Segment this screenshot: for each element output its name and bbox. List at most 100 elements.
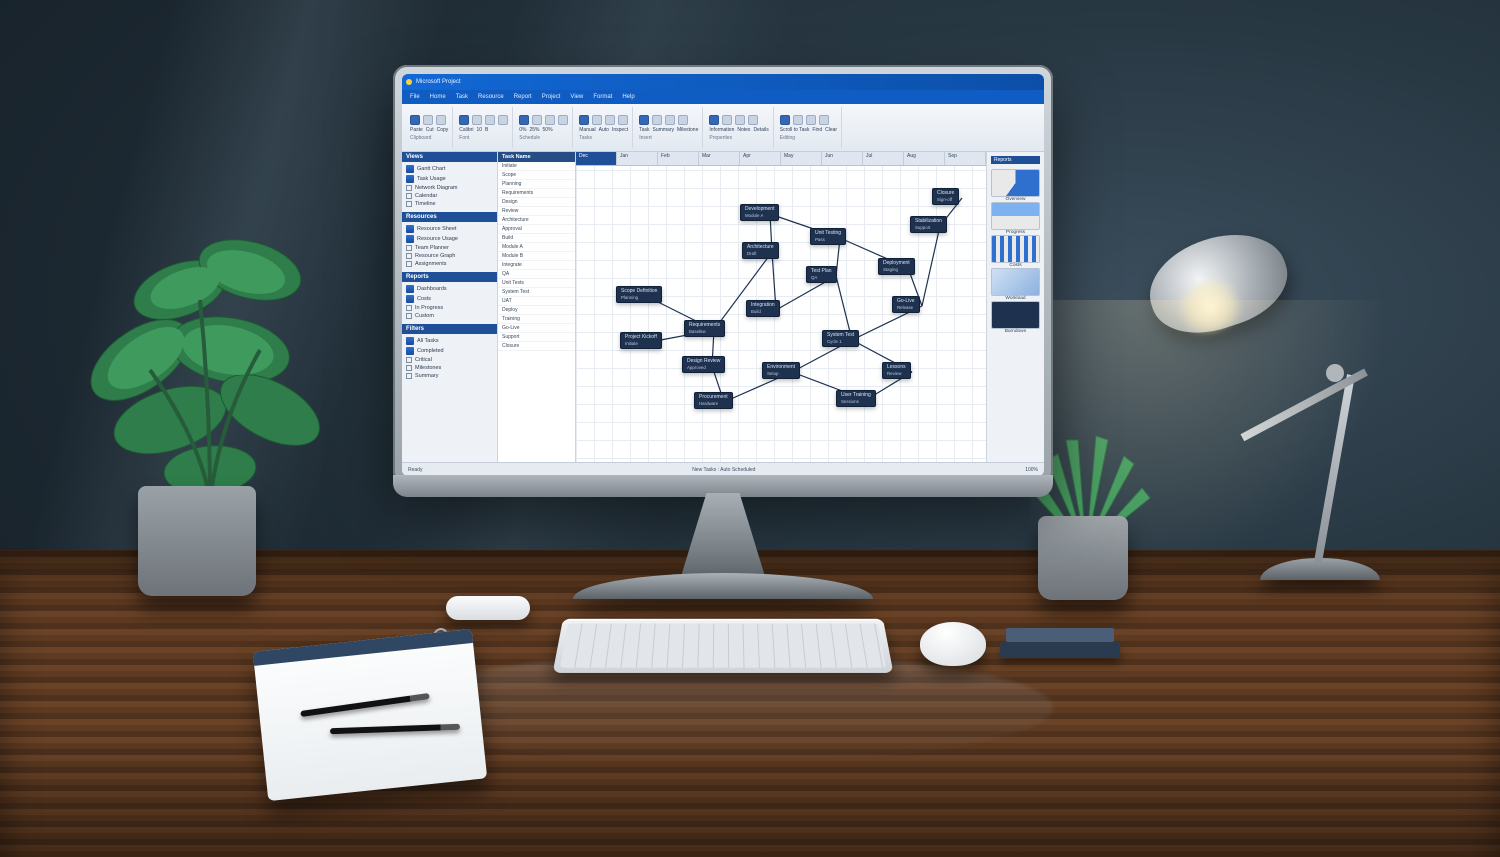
ribbon-button[interactable]: Find bbox=[812, 127, 822, 133]
sidebar-item[interactable]: Assignments bbox=[406, 260, 493, 268]
task-row[interactable]: System Test bbox=[498, 288, 575, 297]
menu-home[interactable]: Home bbox=[430, 94, 446, 100]
task-row[interactable]: Build bbox=[498, 234, 575, 243]
ribbon-button[interactable]: Auto bbox=[599, 127, 609, 133]
task-row[interactable]: Closure bbox=[498, 342, 575, 351]
diagram-node[interactable]: LessonsReview bbox=[882, 362, 911, 379]
sidebar-item[interactable]: Resource Usage bbox=[406, 234, 493, 244]
task-row[interactable]: Planning bbox=[498, 180, 575, 189]
ribbon-button-icon[interactable] bbox=[665, 115, 675, 125]
timeline-column-header[interactable]: May bbox=[781, 152, 822, 165]
task-row[interactable]: UAT bbox=[498, 297, 575, 306]
task-row[interactable]: Module B bbox=[498, 252, 575, 261]
ribbon-button-icon[interactable] bbox=[806, 115, 816, 125]
task-row[interactable]: Go-Live bbox=[498, 324, 575, 333]
diagram-node[interactable]: EnvironmentSetup bbox=[762, 362, 800, 379]
diagram-node[interactable]: ArchitectureDraft bbox=[742, 242, 779, 259]
ribbon-button-icon[interactable] bbox=[558, 115, 568, 125]
report-thumbnail[interactable] bbox=[991, 235, 1040, 263]
diagram-node[interactable]: ClosureSign-off bbox=[932, 188, 959, 205]
ribbon-button[interactable]: 50% bbox=[543, 127, 553, 133]
ribbon-button-icon[interactable] bbox=[532, 115, 542, 125]
sidebar-item[interactable]: In Progress bbox=[406, 304, 493, 312]
ribbon-button[interactable]: Scroll to Task bbox=[780, 127, 810, 133]
ribbon-button-icon[interactable] bbox=[472, 115, 482, 125]
ribbon-button[interactable]: 10 bbox=[476, 127, 482, 133]
timeline-column-header[interactable]: Apr bbox=[740, 152, 781, 165]
task-row[interactable]: Training bbox=[498, 315, 575, 324]
ribbon-button-icon[interactable] bbox=[410, 115, 420, 125]
task-row[interactable]: Architecture bbox=[498, 216, 575, 225]
diagram-node[interactable]: DevelopmentModule A bbox=[740, 204, 779, 221]
timeline-column-header[interactable]: Jan bbox=[617, 152, 658, 165]
sidebar-item[interactable]: Calendar bbox=[406, 192, 493, 200]
task-row[interactable]: Module A bbox=[498, 243, 575, 252]
ribbon-button[interactable]: Details bbox=[753, 127, 768, 133]
ribbon-button-icon[interactable] bbox=[605, 115, 615, 125]
task-row[interactable]: Approval bbox=[498, 225, 575, 234]
ribbon-button-icon[interactable] bbox=[579, 115, 589, 125]
menu-task[interactable]: Task bbox=[456, 94, 468, 100]
sidebar-item[interactable]: Task Usage bbox=[406, 174, 493, 184]
diagram-node[interactable]: Test PlanQA bbox=[806, 266, 837, 283]
sidebar-item[interactable]: All Tasks bbox=[406, 336, 493, 346]
ribbon-button[interactable]: Cut bbox=[426, 127, 434, 133]
ribbon-button-icon[interactable] bbox=[819, 115, 829, 125]
timeline-column-header[interactable]: Sep bbox=[945, 152, 986, 165]
task-row[interactable]: Review bbox=[498, 207, 575, 216]
task-row[interactable]: QA bbox=[498, 270, 575, 279]
window-control-icon[interactable] bbox=[406, 79, 412, 85]
sidebar-item[interactable]: Network Diagram bbox=[406, 184, 493, 192]
diagram-node[interactable]: DeploymentStaging bbox=[878, 258, 915, 275]
diagram-node[interactable]: Scope DefinitionPlanning bbox=[616, 286, 662, 303]
diagram-node[interactable]: IntegrationBuild bbox=[746, 300, 780, 317]
ribbon-button-icon[interactable] bbox=[639, 115, 649, 125]
ribbon-button[interactable]: Manual bbox=[579, 127, 595, 133]
menu-report[interactable]: Report bbox=[514, 94, 532, 100]
task-row[interactable]: Initiate bbox=[498, 162, 575, 171]
ribbon-button-icon[interactable] bbox=[459, 115, 469, 125]
sidebar-item[interactable]: Critical bbox=[406, 356, 493, 364]
ribbon-button[interactable]: Milestone bbox=[677, 127, 698, 133]
diagram-node[interactable]: StabilizationSupport bbox=[910, 216, 947, 233]
sidebar-item[interactable]: Timeline bbox=[406, 200, 493, 208]
timeline-column-header[interactable]: Jul bbox=[863, 152, 904, 165]
sidebar-item[interactable]: Summary bbox=[406, 372, 493, 380]
diagram-node[interactable]: Go-LiveRelease bbox=[892, 296, 920, 313]
ribbon-button-icon[interactable] bbox=[423, 115, 433, 125]
menu-project[interactable]: Project bbox=[542, 94, 561, 100]
network-diagram-canvas[interactable]: DecJanFebMarAprMayJunJulAugSep Project K… bbox=[576, 152, 986, 462]
task-row[interactable]: Unit Tests bbox=[498, 279, 575, 288]
ribbon-button-icon[interactable] bbox=[545, 115, 555, 125]
task-row[interactable]: Integrate bbox=[498, 261, 575, 270]
ribbon-button-icon[interactable] bbox=[793, 115, 803, 125]
ribbon-button-icon[interactable] bbox=[678, 115, 688, 125]
report-thumbnail[interactable] bbox=[991, 202, 1040, 230]
report-thumbnail[interactable] bbox=[991, 268, 1040, 296]
ribbon-button[interactable]: Clear bbox=[825, 127, 837, 133]
task-row[interactable]: Design bbox=[498, 198, 575, 207]
task-row[interactable]: Requirements bbox=[498, 189, 575, 198]
diagram-node[interactable]: Project KickoffInitiate bbox=[620, 332, 662, 349]
ribbon-button-icon[interactable] bbox=[735, 115, 745, 125]
diagram-node[interactable]: ProcurementHardware bbox=[694, 392, 733, 409]
ribbon-button-icon[interactable] bbox=[485, 115, 495, 125]
diagram-node[interactable]: RequirementsBaseline bbox=[684, 320, 725, 337]
task-row[interactable]: Deploy bbox=[498, 306, 575, 315]
ribbon-button-icon[interactable] bbox=[519, 115, 529, 125]
timeline-column-header[interactable]: Dec bbox=[576, 152, 617, 165]
ribbon-button-icon[interactable] bbox=[436, 115, 446, 125]
ribbon-button-icon[interactable] bbox=[592, 115, 602, 125]
sidebar-item[interactable]: Resource Graph bbox=[406, 252, 493, 260]
task-row[interactable]: Support bbox=[498, 333, 575, 342]
ribbon-button-icon[interactable] bbox=[748, 115, 758, 125]
ribbon-button-icon[interactable] bbox=[498, 115, 508, 125]
ribbon-button[interactable]: Copy bbox=[437, 127, 449, 133]
ribbon-button-icon[interactable] bbox=[780, 115, 790, 125]
ribbon-button[interactable]: Information bbox=[709, 127, 734, 133]
ribbon-button[interactable]: Summary bbox=[653, 127, 674, 133]
menu-help[interactable]: Help bbox=[622, 94, 634, 100]
ribbon-button[interactable]: 0% bbox=[519, 127, 526, 133]
timeline-column-header[interactable]: Jun bbox=[822, 152, 863, 165]
ribbon-button-icon[interactable] bbox=[652, 115, 662, 125]
